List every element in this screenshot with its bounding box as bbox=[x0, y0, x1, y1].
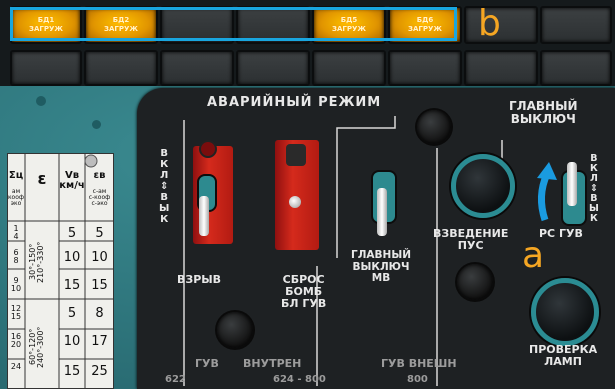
annunciator-lamp[interactable] bbox=[540, 50, 612, 86]
card-column-header: εв bbox=[93, 170, 106, 181]
card-cell-v: 15 bbox=[63, 278, 81, 293]
card-cell-sc: 1 4 bbox=[13, 224, 19, 241]
annunciator-highlight-box bbox=[10, 7, 457, 41]
card-cell-eb: 25 bbox=[91, 364, 108, 379]
arming-pus-label: ВЗВЕДЕНИЕ ПУС bbox=[433, 227, 509, 253]
guard-latch bbox=[286, 144, 306, 166]
card-cell-eb: 8 bbox=[95, 306, 104, 321]
num-624-800: 624 - 800 bbox=[273, 374, 326, 385]
card-column-subheader: ам кооф эко bbox=[7, 188, 25, 207]
card-cell-eb: 5 bbox=[95, 226, 104, 241]
on-off-label-right: В К Л ⇕ В Ы К bbox=[589, 153, 599, 224]
card-cell-v: 10 bbox=[63, 334, 81, 349]
rs-guv-label: РС ГУВ bbox=[539, 227, 583, 240]
panel-screw bbox=[92, 120, 101, 129]
rs-guv-direction-arrow-icon bbox=[537, 162, 557, 222]
panel-screw bbox=[36, 96, 46, 106]
arming-pus-button[interactable] bbox=[451, 154, 515, 218]
num-622: 622 bbox=[165, 374, 186, 385]
card-cell-sc: 16 20 bbox=[10, 332, 22, 349]
annunciator-lamp[interactable] bbox=[464, 50, 538, 86]
card-cell-eb: 10 bbox=[91, 250, 108, 265]
annunciator-lamp[interactable] bbox=[388, 50, 462, 86]
main-switch-mv-lever[interactable] bbox=[377, 188, 387, 236]
lamp-test-label: ПРОВЕРКА ЛАМП bbox=[529, 343, 598, 369]
annunciator-lamp[interactable] bbox=[312, 50, 386, 86]
guv-selector-knob[interactable] bbox=[217, 312, 253, 348]
card-cell-v: 15 bbox=[63, 364, 81, 379]
callout-a: a bbox=[522, 235, 545, 276]
annunciator-lamp[interactable] bbox=[540, 6, 612, 44]
card-cell-sc: 12 15 bbox=[10, 304, 22, 321]
card-cell-eb: 17 bbox=[91, 334, 108, 349]
guard-hinge bbox=[199, 140, 217, 158]
card-cell-v: 10 bbox=[63, 250, 81, 265]
card-column-header: Σц bbox=[8, 170, 24, 181]
emergency-mode-title: АВАРИЙНЫЙ РЕЖИМ bbox=[207, 95, 382, 110]
reference-card: Σц ам кооф эко ε Vв км/ч εв с-ам с-кооф с-эко… bbox=[7, 153, 114, 389]
card-eps-group1: 30°-150° 210°-330° bbox=[28, 241, 45, 283]
main-switch-mv-label: ГЛАВНЫЙ ВЫКЛЮЧ МВ bbox=[351, 249, 411, 285]
main-switch-title: ГЛАВНЫЙ ВЫКЛЮЧ bbox=[509, 99, 578, 127]
callout-b: b bbox=[478, 3, 501, 44]
knob-middle-right[interactable] bbox=[457, 264, 493, 300]
card-cell-sc: 9 10 bbox=[10, 276, 22, 293]
card-cell-v: 5 bbox=[67, 306, 77, 321]
card-eps-group2: 60°-120° 240°-300° bbox=[28, 326, 45, 368]
annunciator-lamp[interactable] bbox=[464, 6, 538, 44]
internal-label: ВНУТРЕН bbox=[243, 357, 302, 370]
bomb-reset-label: СБРОС БОМБ БЛ ГУВ bbox=[281, 273, 327, 311]
explosion-toggle-lever[interactable] bbox=[199, 196, 209, 236]
card-cell-sc: 6 8 bbox=[13, 248, 19, 265]
rs-guv-toggle-lever[interactable] bbox=[567, 162, 577, 206]
card-cell-sc: 24 bbox=[10, 362, 22, 371]
cockpit-panel-view: БД1 ЗАГРУЖ БД2 ЗАГРУЖ БД5 ЗАГРУЖ БД6 ЗАГРУЖ b А… bbox=[0, 0, 615, 389]
num-800: 800 bbox=[407, 374, 428, 385]
card-column-header: ε bbox=[37, 169, 47, 188]
card-column-subheader: с-ам с-кооф с-эко bbox=[88, 188, 111, 207]
lamp-test-button[interactable] bbox=[531, 278, 599, 346]
guv-external-label: ГУВ ВНЕШН bbox=[381, 357, 457, 370]
guv-label: ГУВ bbox=[195, 357, 219, 370]
on-off-label-left: В К Л ⇕ В Ы К bbox=[159, 148, 170, 225]
annunciator-lamp[interactable] bbox=[10, 50, 82, 86]
card-cell-v: 5 bbox=[67, 226, 77, 241]
card-cell-eb: 15 bbox=[91, 278, 108, 293]
explosion-label: ВЗРЫВ bbox=[177, 273, 222, 286]
annunciator-lamp[interactable] bbox=[84, 50, 158, 86]
bomb-reset-toggle-tip[interactable] bbox=[289, 196, 301, 208]
emergency-knob-top[interactable] bbox=[417, 110, 451, 144]
annunciator-lamp[interactable] bbox=[160, 50, 234, 86]
card-column-header: Vв км/ч bbox=[59, 170, 85, 191]
annunciator-lamp[interactable] bbox=[236, 50, 310, 86]
